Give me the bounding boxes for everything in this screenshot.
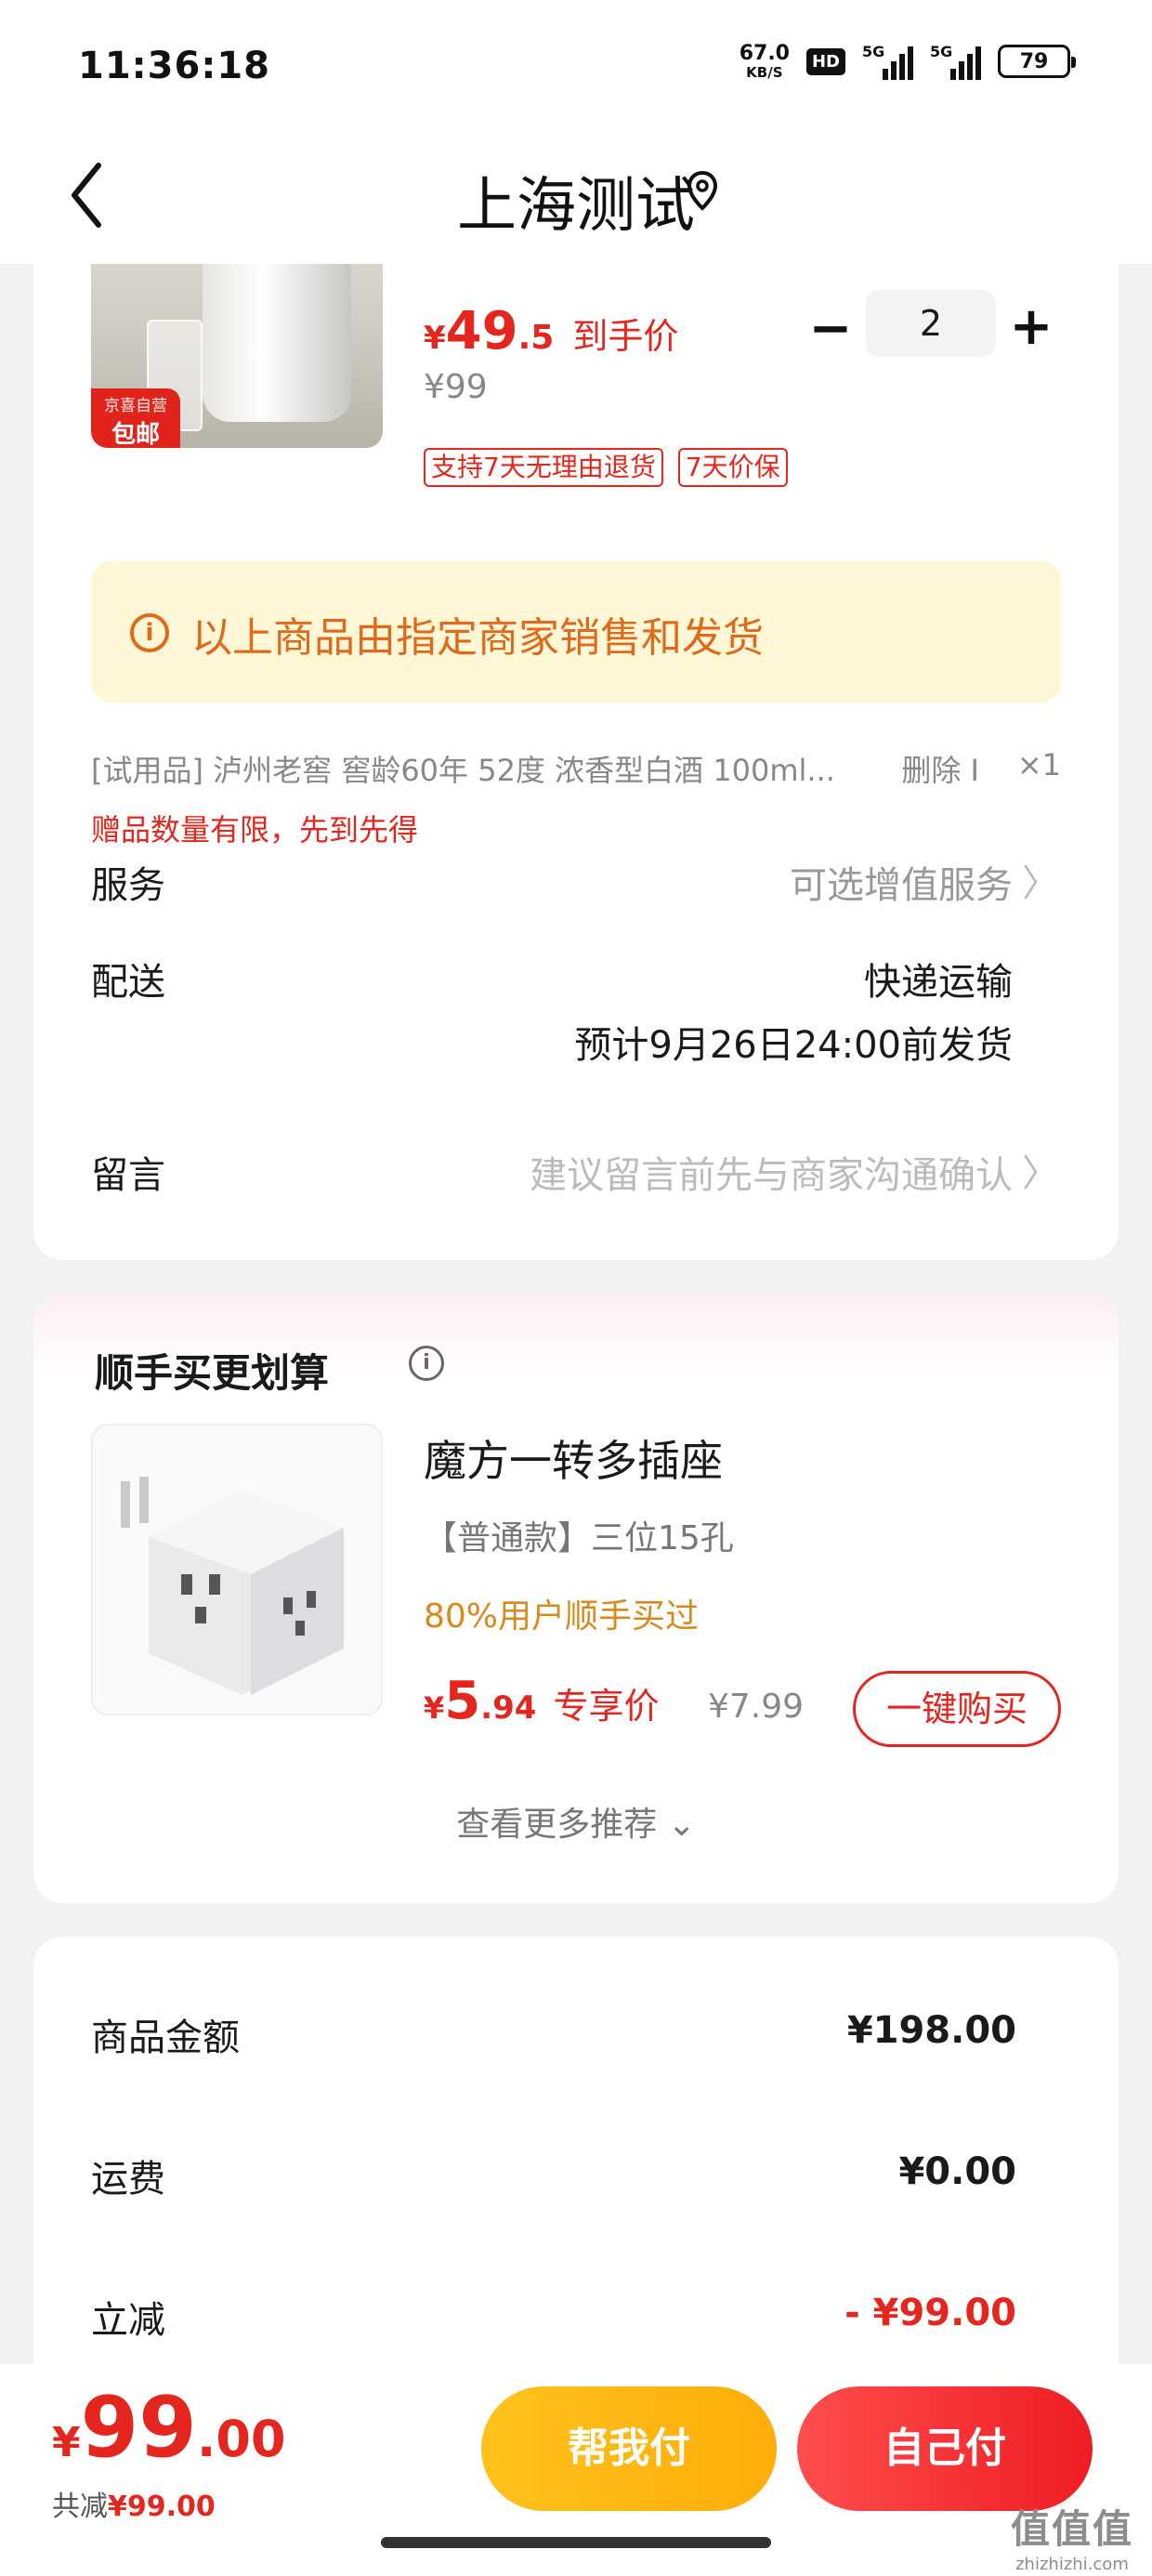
total-price: ¥99.00 [52, 2379, 286, 2477]
recommend-price: ¥5.94 专享价 [424, 1671, 660, 1731]
recommend-popularity: 80%用户顺手买过 [424, 1597, 700, 1636]
status-bar: 11:36:18 67.0 KB/S HD 5G 5G 79 [0, 0, 1152, 130]
signal-icon: 5G [930, 43, 981, 80]
recommend-original-price: ¥7.99 [708, 1688, 805, 1726]
page-title[interactable]: 上海测试 [0, 158, 1152, 243]
product-image[interactable]: 京喜自营 包邮 [91, 264, 383, 448]
free-shipping-badge: 京喜自营 包邮 [91, 388, 180, 448]
signal-icon: 5G [862, 43, 913, 80]
battery-icon: 79 [998, 45, 1076, 78]
see-more-link[interactable]: 查看更多推荐 ⌄ [33, 1797, 1119, 1846]
info-icon: i [130, 613, 169, 652]
recommend-product-spec: 【普通款】三位15孔 [424, 1519, 734, 1557]
home-indicator[interactable] [381, 2537, 771, 2548]
price-protect-tag: 7天价保 [677, 448, 788, 487]
service-label: 服务 [91, 864, 165, 907]
recommend-product-name[interactable]: 魔方一转多插座 [424, 1427, 723, 1489]
goods-amount-label: 商品金额 [91, 2017, 240, 2059]
notice-text: 以上商品由指定商家销售和发货 [191, 614, 764, 662]
socket-product-image[interactable] [91, 1424, 383, 1715]
one-click-buy-button[interactable]: 一键购买 [853, 1671, 1061, 1747]
message-label: 留言 [91, 1154, 165, 1197]
goods-amount-value: ¥198.00 [846, 2009, 1016, 2052]
gift-name: [试用品] 泸州老窖 窖龄60年 52度 浓香型白酒 100ml... [91, 753, 835, 788]
quantity-decrease-button[interactable]: − [803, 301, 858, 361]
discount-label: 立减 [91, 2299, 165, 2342]
shipping-value: ¥0.00 [898, 2150, 1016, 2193]
total-saved: 共减¥99.00 [52, 2491, 216, 2523]
service-tags: 支持7天无理由退货 7天价保 [424, 448, 788, 487]
delivery-label: 配送 [91, 961, 165, 1004]
network-speed: 67.0 KB/S [739, 41, 790, 81]
seller-notice: i 以上商品由指定商家销售和发货 [91, 561, 1061, 703]
original-price: ¥99 [424, 368, 488, 406]
gift-note: 赠品数量有限，先到先得 [91, 812, 419, 848]
product-price: ¥49.5 到手价 [424, 301, 679, 361]
service-selector[interactable]: 可选增值服务 [790, 855, 1013, 909]
return-policy-tag: 支持7天无理由退货 [424, 448, 663, 487]
delivery-eta: 预计9月26日24:00前发货 [574, 1024, 1013, 1067]
watermark: 值值值 zhizhizhi.com [1010, 2506, 1133, 2574]
recommend-title: 顺手买更划算 [95, 1350, 330, 1396]
message-input[interactable]: 建议留言前先与商家沟通确认 [530, 1145, 1013, 1199]
gift-delete-button[interactable]: 删除 I [901, 747, 979, 790]
gift-count: ×1 [1016, 747, 1061, 782]
status-icons: 67.0 KB/S HD 5G 5G 79 [739, 41, 1076, 81]
recommend-card: 顺手买更划算 i 魔方一转多插座 【普通款】三位15孔 80%用户顺手买过 ¥5… [33, 1294, 1119, 1903]
info-icon[interactable]: i [409, 1346, 444, 1381]
page-header: 上海测试 [0, 130, 1152, 264]
quantity-increase-button[interactable]: + [1003, 299, 1059, 359]
pay-myself-button[interactable]: 自己付 [797, 2386, 1093, 2511]
discount-value: - ¥99.00 [844, 2292, 1016, 2334]
status-time: 11:36:18 [78, 45, 270, 87]
shipping-label: 运费 [91, 2158, 165, 2201]
chevron-right-icon[interactable]: 〉 [1022, 1143, 1059, 1197]
chevron-right-icon[interactable]: 〉 [1022, 853, 1059, 907]
delivery-method[interactable]: 快递运输 [864, 952, 1013, 1005]
gift-item: [试用品] 泸州老窖 窖龄60年 52度 浓香型白酒 100ml... 删除 I… [91, 747, 1061, 794]
help-me-pay-button[interactable]: 帮我付 [481, 2386, 777, 2511]
location-pin-icon[interactable] [684, 165, 721, 217]
order-item-card: 京喜自营 包邮 ¥49.5 到手价 ¥99 − 2 + 支持7天无理由退货 7天价… [33, 264, 1119, 1260]
hd-icon: HD [805, 47, 845, 75]
quantity-input[interactable]: 2 [866, 290, 996, 357]
